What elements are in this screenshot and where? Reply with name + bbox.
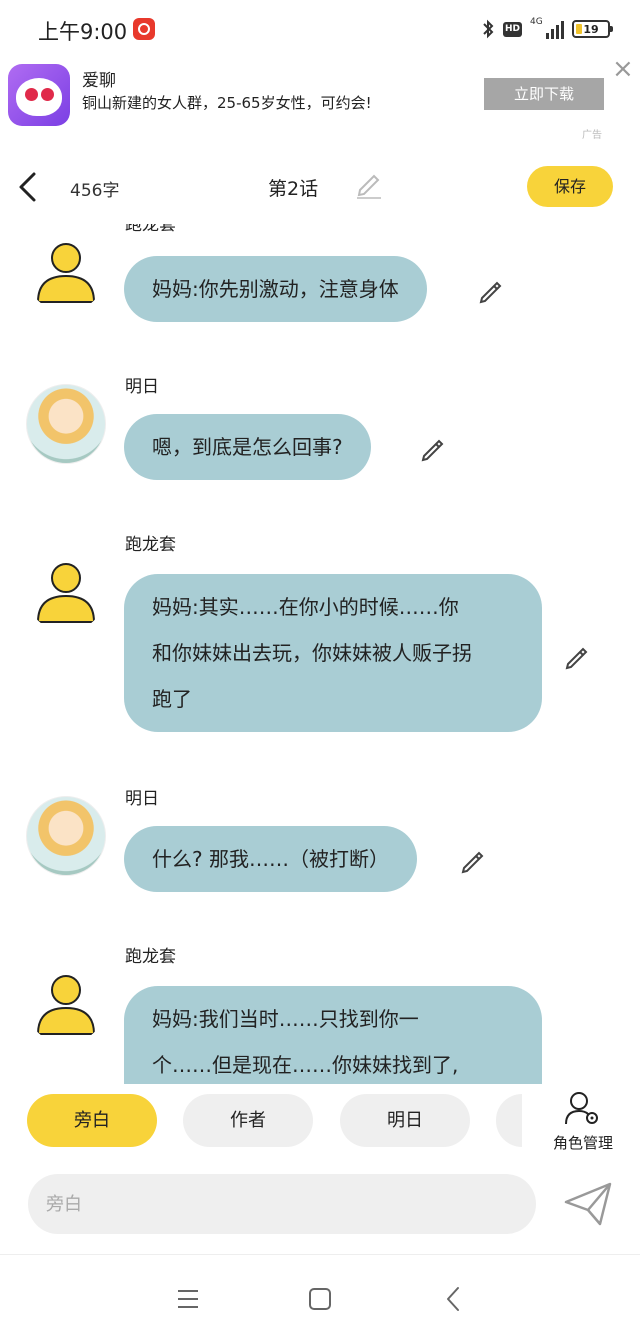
message-bubble[interactable]: 妈妈:我们当时……只找到你一 个……但是现在……你妹妹找到了,	[124, 986, 542, 1084]
default-person-icon[interactable]	[26, 552, 106, 632]
compose-bar	[0, 1164, 640, 1254]
role-manage-icon	[565, 1092, 598, 1125]
back-icon[interactable]	[14, 170, 44, 204]
hd-badge: HD	[502, 21, 522, 37]
message-bubble[interactable]: 嗯，到底是怎么回事?	[124, 414, 371, 480]
message-text: 嗯，到底是怎么回事?	[152, 435, 343, 459]
message-bubble[interactable]: 妈妈:你先别激动，注意身体	[124, 256, 427, 322]
anime-girl-avatar[interactable]	[26, 796, 106, 876]
sender-name: 跑龙套	[125, 224, 176, 235]
edit-title-icon[interactable]	[354, 170, 384, 200]
message-text-line: 妈妈:其实……在你小的时候……你	[152, 595, 459, 619]
role-chip-partial[interactable]	[496, 1094, 522, 1147]
message-text-line: 跑了	[152, 687, 192, 711]
sender-name: 明日	[125, 377, 159, 397]
editor-header: 456字 第2话 保存	[0, 150, 640, 224]
anime-girl-avatar[interactable]	[26, 384, 106, 464]
ad-banner[interactable]: 爱聊 铜山新建的女人群，25-65岁女性，可约会! 立即下载 × 广告	[0, 56, 640, 146]
ad-label: 广告	[582, 130, 602, 141]
ad-title[interactable]: 爱聊	[82, 66, 116, 91]
message-text-line: 个……但是现在……你妹妹找到了,	[152, 1053, 459, 1077]
ad-download-button[interactable]: 立即下载	[484, 78, 604, 110]
sender-name: 跑龙套	[125, 535, 176, 555]
edit-message-icon[interactable]	[564, 642, 592, 670]
home-icon[interactable]	[300, 1281, 340, 1317]
edit-message-icon[interactable]	[478, 276, 506, 304]
save-button[interactable]: 保存	[527, 166, 613, 207]
message-bubble[interactable]: 什么? 那我……（被打断）	[124, 826, 417, 892]
network-type: 4G	[530, 17, 543, 27]
edit-message-icon[interactable]	[420, 434, 448, 462]
role-management-button[interactable]: 角色管理	[546, 1090, 620, 1153]
role-chip-author[interactable]: 作者	[183, 1094, 313, 1147]
battery-icon: 19	[572, 20, 613, 38]
message-bubble[interactable]: 妈妈:其实……在你小的时候……你 和你妹妹出去玩，你妹妹被人贩子拐 跑了	[124, 574, 542, 732]
role-selector: 旁白 作者 明日 角色管理	[0, 1084, 640, 1164]
word-count: 456字	[70, 181, 120, 201]
message-text: 妈妈:你先别激动，注意身体	[152, 277, 399, 301]
edit-message-icon[interactable]	[460, 846, 488, 874]
status-time: 上午9:00	[38, 20, 128, 44]
message-text-line: 妈妈:我们当时……只找到你一	[152, 1007, 419, 1031]
system-nav-bar	[0, 1254, 640, 1339]
sender-name: 明日	[125, 789, 159, 809]
netease-music-icon	[133, 18, 155, 40]
back-nav-icon[interactable]	[434, 1281, 474, 1317]
status-icons: HD 4G 19	[481, 17, 613, 40]
default-person-icon[interactable]	[26, 232, 106, 312]
message-text: 什么? 那我……（被打断）	[152, 847, 389, 871]
ad-description[interactable]: 铜山新建的女人群，25-65岁女性，可约会!	[82, 92, 372, 113]
battery-level: 19	[583, 22, 599, 36]
chat-list[interactable]: 跑龙套 妈妈:你先别激动，注意身体 明日 嗯，到底是怎么回事? 跑龙套 妈妈:其…	[0, 224, 640, 1084]
role-chip-mingri[interactable]: 明日	[340, 1094, 470, 1147]
role-chip-narration[interactable]: 旁白	[27, 1094, 157, 1147]
sender-name: 跑龙套	[125, 947, 176, 967]
signal-icon: 4G	[530, 17, 564, 39]
status-bar: 上午9:00 HD 4G 19	[0, 0, 640, 58]
close-icon[interactable]: ×	[612, 56, 634, 82]
message-input[interactable]	[28, 1174, 536, 1234]
default-person-icon[interactable]	[26, 964, 106, 1044]
send-icon[interactable]	[562, 1180, 614, 1228]
menu-icon[interactable]	[168, 1281, 208, 1317]
bluetooth-icon	[481, 18, 495, 40]
ad-app-logo[interactable]	[8, 64, 70, 126]
chapter-title: 第2话	[268, 178, 319, 200]
message-text-line: 和你妹妹出去玩，你妹妹被人贩子拐	[152, 641, 472, 665]
role-management-label: 角色管理	[552, 1134, 613, 1152]
